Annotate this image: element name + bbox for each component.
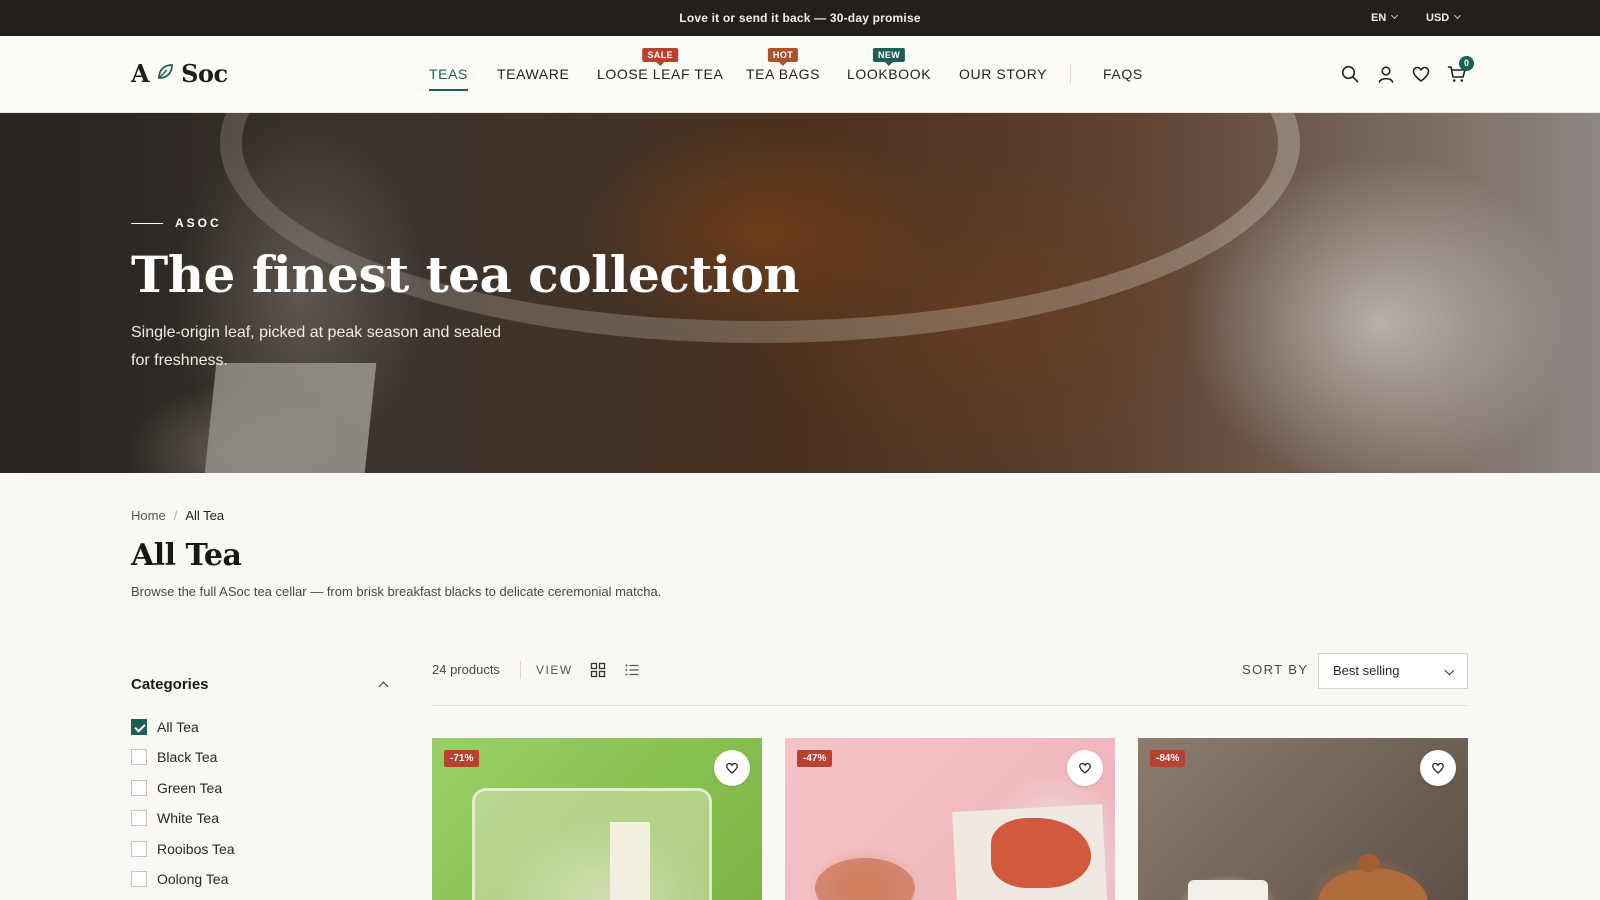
nav-label: TEAWARE: [497, 66, 570, 82]
checkbox[interactable]: [131, 810, 147, 826]
product-image-glass-tea: [815, 858, 915, 900]
cart-count-badge: 0: [1459, 56, 1474, 71]
grid-view-icon[interactable]: [590, 662, 606, 678]
page-title: All Tea: [131, 538, 242, 573]
category-label: White Tea: [157, 810, 219, 826]
nav-divider: [1070, 64, 1071, 84]
category-green-tea[interactable]: Green Tea: [131, 780, 222, 796]
currency-selector[interactable]: USD: [1426, 0, 1462, 36]
hero-subtitle: Single-origin leaf, picked at peak seaso…: [131, 324, 502, 369]
categories-heading[interactable]: Categories: [131, 676, 391, 693]
sort-by-label: SORT BY: [1242, 662, 1309, 677]
product-count: 24 products: [432, 662, 500, 677]
language-value: EN: [1371, 12, 1387, 24]
wishlist-button[interactable]: [1067, 750, 1103, 786]
chevron-down-icon: [1444, 665, 1455, 676]
logo-text-right: Soc: [181, 58, 228, 88]
product-card[interactable]: -71%: [432, 738, 762, 900]
breadcrumb-home[interactable]: Home: [131, 508, 166, 523]
product-image-glass-cup: [472, 788, 712, 900]
breadcrumb-current: All Tea: [185, 508, 225, 523]
discount-badge: -84%: [1150, 750, 1186, 767]
nav-faqs[interactable]: FAQS: [1103, 66, 1143, 82]
hero-title: The finest tea collection: [131, 245, 800, 304]
list-view-icon[interactable]: [624, 662, 640, 678]
toolbar-rule: [432, 705, 1468, 706]
page-description: Browse the full ASoc tea cellar — from b…: [131, 584, 662, 599]
checkbox[interactable]: [131, 871, 147, 887]
chevron-down-icon: [1454, 11, 1462, 20]
product-image-teapot: [1318, 868, 1428, 900]
breadcrumb: Home / All Tea: [131, 508, 224, 523]
product-card[interactable]: -47%: [785, 738, 1115, 900]
search-icon[interactable]: [1340, 64, 1360, 84]
leaf-logo-icon: [155, 59, 175, 88]
category-black-tea[interactable]: Black Tea: [131, 749, 217, 765]
product-card[interactable]: -84%: [1138, 738, 1468, 900]
breadcrumb-separator: /: [173, 508, 178, 523]
eyebrow-line: [131, 222, 163, 224]
site-header: A Soc TEAS TEAWARE SALE LOOSE LEAF TEA H…: [0, 36, 1600, 113]
new-badge: NEW: [872, 48, 906, 66]
checkbox[interactable]: [131, 780, 147, 796]
nav-teaware[interactable]: TEAWARE: [497, 66, 569, 82]
nav-tea-bags[interactable]: HOT TEA BAGS: [746, 48, 821, 82]
discount-badge: -47%: [797, 750, 833, 767]
nav-lookbook[interactable]: NEW LOOKBOOK: [847, 48, 932, 82]
checkbox[interactable]: [131, 719, 147, 735]
checkbox[interactable]: [131, 749, 147, 765]
hot-badge: HOT: [767, 48, 799, 66]
category-label: Black Tea: [157, 749, 218, 765]
sort-select[interactable]: Best selling: [1318, 653, 1468, 689]
category-all-tea[interactable]: All Tea: [131, 719, 199, 735]
nav-label: TEA BAGS: [746, 66, 821, 82]
category-oolong-tea[interactable]: Oolong Tea: [131, 871, 228, 887]
nav-active-underline: [429, 89, 468, 91]
heart-icon: [1432, 762, 1444, 774]
hero-banner: ASOC The finest tea collection Single-or…: [0, 113, 1600, 473]
product-image-cup: [1188, 880, 1268, 900]
chevron-down-icon: [1391, 11, 1399, 20]
view-label: VIEW: [536, 663, 573, 677]
category-label: Oolong Tea: [157, 871, 229, 887]
hero-eyebrow-text: ASOC: [175, 216, 222, 230]
category-label: All Tea: [157, 719, 199, 735]
nav-our-story[interactable]: OUR STORY: [959, 66, 1047, 82]
product-image-teapot-lid: [1358, 854, 1380, 872]
announcement-bar: Love it or send it back — 30-day promise…: [0, 0, 1600, 36]
account-icon[interactable]: [1376, 64, 1396, 84]
discount-badge: -71%: [444, 750, 480, 767]
category-label: Green Tea: [157, 780, 223, 796]
nav-label: TEAS: [429, 66, 468, 82]
logo-text-left: A: [131, 58, 150, 88]
heart-icon: [726, 762, 738, 774]
hero-eyebrow: ASOC: [131, 216, 222, 230]
language-selector[interactable]: EN: [1371, 0, 1399, 36]
logo[interactable]: A Soc: [131, 58, 228, 88]
sort-value: Best selling: [1333, 663, 1400, 678]
wishlist-button[interactable]: [714, 750, 750, 786]
hero-image-glass-rim: [220, 113, 1300, 343]
nav-label: OUR STORY: [959, 66, 1048, 82]
nav-label: LOOKBOOK: [847, 66, 932, 82]
category-white-tea[interactable]: White Tea: [131, 810, 219, 826]
nav-loose-leaf-tea[interactable]: SALE LOOSE LEAF TEA: [597, 48, 724, 82]
category-label: Rooibos Tea: [157, 841, 235, 857]
announcement-text: Love it or send it back — 30-day promise: [679, 11, 921, 25]
heart-icon: [1079, 762, 1091, 774]
checkbox[interactable]: [131, 841, 147, 857]
toolbar-divider: [520, 661, 521, 679]
sale-badge: SALE: [642, 48, 679, 66]
nav-label: LOOSE LEAF TEA: [597, 66, 724, 82]
currency-value: USD: [1426, 12, 1450, 24]
nav-teas[interactable]: TEAS: [429, 66, 468, 91]
wishlist-button[interactable]: [1420, 750, 1456, 786]
nav-label: FAQS: [1103, 66, 1143, 82]
heart-icon[interactable]: [1411, 64, 1431, 84]
hero-image-tea-tin: [203, 363, 377, 473]
category-rooibos-tea[interactable]: Rooibos Tea: [131, 841, 235, 857]
product-image-tea-tag: [610, 822, 650, 900]
